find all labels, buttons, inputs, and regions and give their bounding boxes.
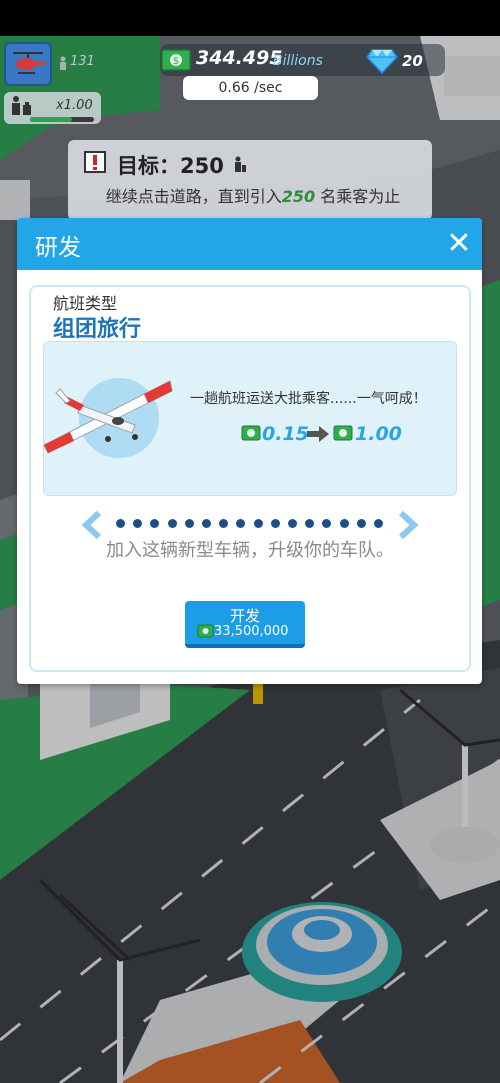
page-dot bbox=[202, 519, 211, 528]
prev-arrow-button[interactable] bbox=[80, 510, 104, 540]
flight-type-value: 组团旅行 bbox=[53, 317, 142, 342]
arrow-right-icon bbox=[307, 426, 329, 442]
goal-title: 目标：250 bbox=[117, 154, 224, 178]
passenger-count: 131 bbox=[70, 54, 95, 69]
upgrade-description: 加入这辆新型车辆，升级你的车队。 bbox=[106, 540, 394, 561]
page-dot bbox=[253, 519, 263, 528]
chevron-left-icon bbox=[81, 510, 102, 540]
airplane-icon bbox=[43, 380, 173, 454]
money-amount: 344.495 bbox=[196, 47, 283, 69]
chevron-right-icon bbox=[398, 510, 419, 540]
cash-icon-price bbox=[197, 624, 214, 638]
money-unit: Billions bbox=[273, 53, 323, 69]
page-dot bbox=[356, 519, 366, 528]
income-rate: 0.66 /sec bbox=[183, 76, 318, 100]
rate-current: 0.15 bbox=[262, 423, 309, 445]
develop-price: 33,500,000 bbox=[214, 624, 289, 639]
page-dot bbox=[270, 519, 280, 528]
vehicle-button[interactable] bbox=[4, 42, 52, 86]
dialog-header bbox=[17, 218, 482, 270]
page-dot bbox=[288, 519, 297, 528]
boost-passenger-icon bbox=[12, 96, 31, 115]
page-dot bbox=[116, 519, 125, 528]
cash-icon-new bbox=[333, 425, 353, 441]
multiplier-value: x1.00 bbox=[56, 98, 93, 113]
rate-upgraded: 1.00 bbox=[355, 423, 402, 445]
page-dot bbox=[167, 519, 177, 528]
card-description: 一趟航班运送大批乘客......一气呵成！ bbox=[190, 391, 427, 407]
next-arrow-button[interactable] bbox=[396, 510, 420, 540]
page-dot bbox=[339, 519, 349, 528]
goal-passenger-icon bbox=[235, 156, 246, 172]
close-button[interactable]: ✕ bbox=[444, 229, 474, 259]
svg-text:$: $ bbox=[173, 56, 179, 67]
cash-icon-old bbox=[241, 425, 261, 441]
develop-button-label: 开发 bbox=[229, 607, 260, 625]
diamond-icon bbox=[366, 49, 398, 74]
game-screen: 131 $ 344.495 Billions 0.66 /sec 20 x1.0… bbox=[0, 0, 500, 1083]
page-dot bbox=[374, 519, 383, 528]
cash-icon: $ bbox=[161, 49, 191, 71]
helicopter-icon bbox=[13, 52, 45, 74]
goal-description: 继续点击道路，直到引入250 名乘客为止 bbox=[105, 187, 401, 206]
passenger-icon bbox=[60, 56, 66, 70]
page-dot bbox=[184, 519, 194, 528]
alert-icon bbox=[84, 151, 106, 173]
multiplier-fill bbox=[30, 117, 72, 122]
dialog-title: 研发 bbox=[35, 235, 81, 261]
gem-count: 20 bbox=[402, 52, 423, 70]
